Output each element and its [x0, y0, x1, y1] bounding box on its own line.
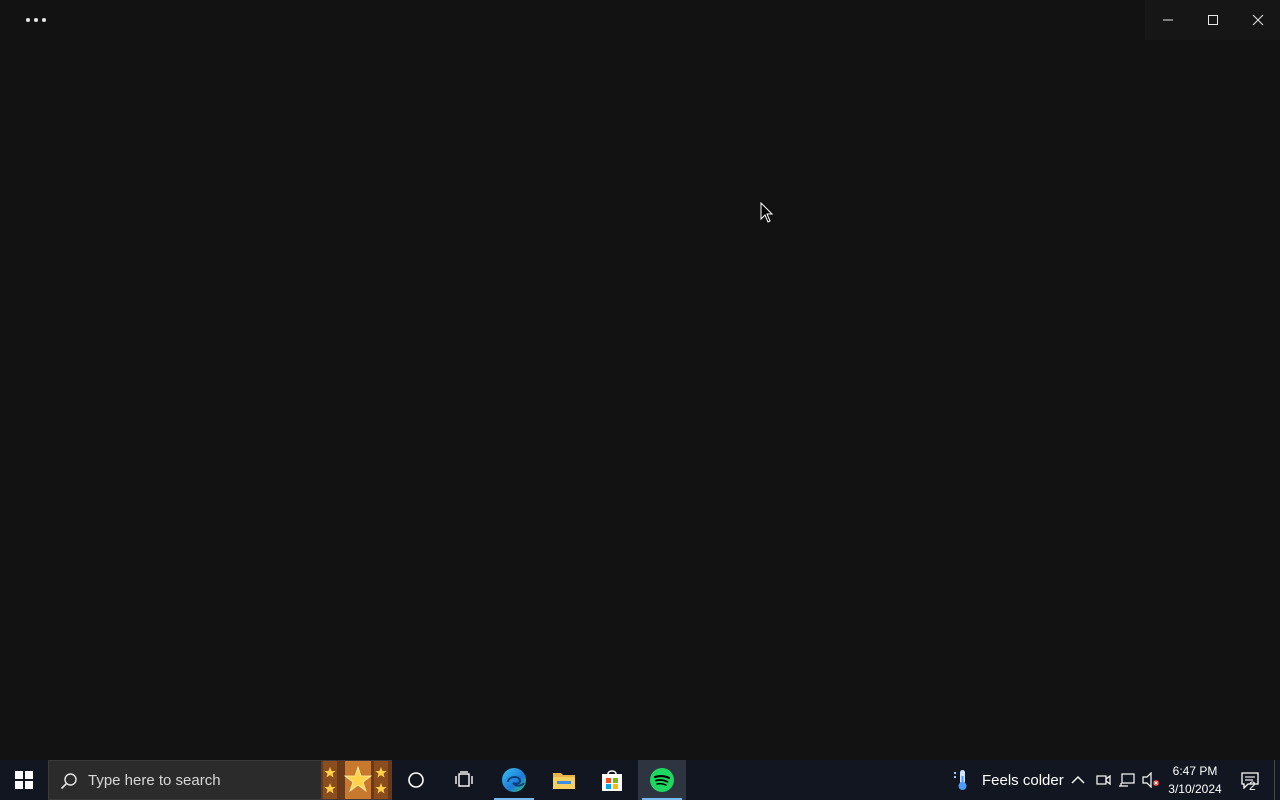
- show-desktop-button[interactable]: [1274, 760, 1280, 800]
- search-placeholder: Type here to search: [88, 771, 221, 789]
- taskbar: Type here to search Feels colder 6:47 PM…: [0, 760, 1280, 800]
- spotify-taskbar-button[interactable]: [638, 760, 686, 800]
- ellipsis-icon: [26, 18, 46, 22]
- taskbar-clock[interactable]: 6:47 PM 3/10/2024: [1165, 762, 1225, 798]
- network-button[interactable]: [1116, 760, 1138, 800]
- close-icon: [1252, 14, 1263, 26]
- maximize-icon: [1207, 15, 1218, 25]
- edge-button[interactable]: [490, 760, 538, 800]
- camera-icon: [1096, 774, 1111, 786]
- more-options-button[interactable]: [16, 6, 56, 34]
- close-button[interactable]: [1235, 0, 1280, 40]
- notification-count: 2: [1249, 779, 1256, 793]
- microsoft-store-button[interactable]: [588, 760, 636, 800]
- windows-logo-icon: [15, 771, 33, 789]
- show-hidden-icons-button[interactable]: [1066, 760, 1090, 800]
- minimize-icon: [1162, 19, 1173, 21]
- file-explorer-button[interactable]: [540, 760, 588, 800]
- folder-icon: [553, 773, 575, 789]
- volume-button[interactable]: [1140, 760, 1162, 800]
- weather-widget[interactable]: [946, 760, 976, 800]
- search-icon: [60, 773, 77, 790]
- spotify-icon: [650, 768, 674, 792]
- mouse-cursor-icon: [760, 202, 774, 223]
- star-banner-icon: [321, 761, 392, 799]
- cortana-button[interactable]: [392, 760, 440, 800]
- weather-label[interactable]: Feels colder: [982, 760, 1064, 800]
- minimize-button[interactable]: [1145, 0, 1190, 40]
- taskbar-search-box[interactable]: Type here to search: [48, 760, 392, 800]
- clock-date: 3/10/2024: [1168, 782, 1222, 796]
- chevron-up-icon: [1071, 776, 1085, 784]
- start-button[interactable]: [0, 760, 48, 800]
- task-view-icon: [455, 771, 473, 787]
- cortana-icon: [408, 772, 424, 788]
- clock-time: 6:47 PM: [1172, 764, 1218, 778]
- network-icon: [1119, 773, 1135, 787]
- thermometer-icon: [954, 770, 967, 790]
- meet-now-button[interactable]: [1092, 760, 1114, 800]
- edge-icon: [502, 768, 526, 792]
- maximize-button[interactable]: [1190, 0, 1235, 40]
- spotify-app-window: [0, 0, 1280, 760]
- search-highlight-image: [321, 761, 392, 799]
- volume-muted-icon: [1142, 772, 1159, 788]
- store-bag-icon: [602, 770, 622, 791]
- task-view-button[interactable]: [440, 760, 488, 800]
